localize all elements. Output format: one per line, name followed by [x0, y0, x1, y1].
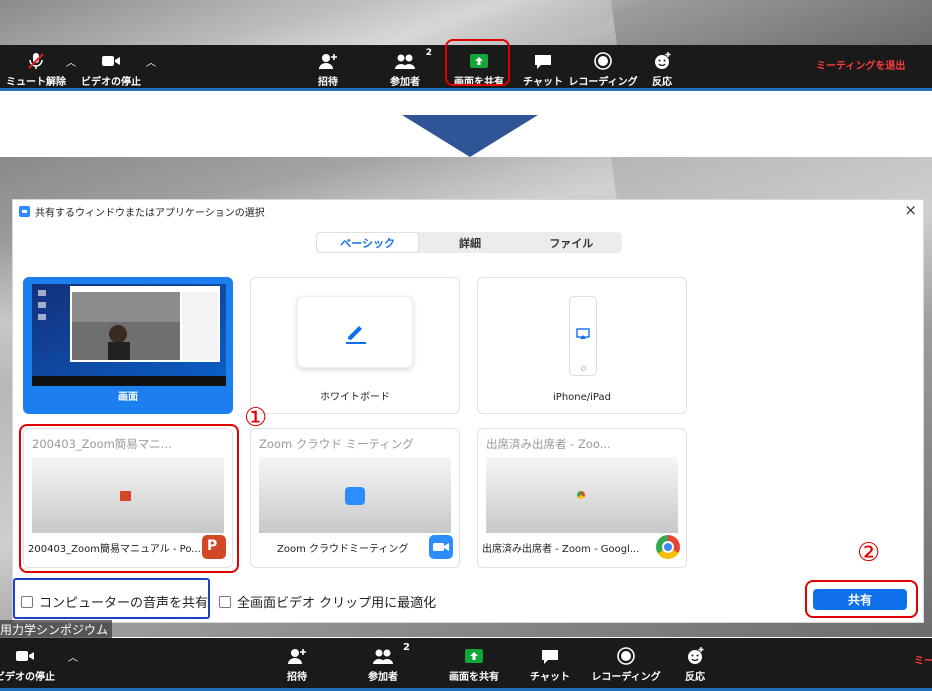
top-mute-button[interactable]: ミュート解除	[6, 51, 66, 88]
step-marker-1: ①	[244, 403, 268, 433]
zoom-window-card[interactable]: Zoom クラウド ミーティング Zoom クラウドミーティング	[250, 428, 460, 568]
checkbox-square-icon	[21, 595, 33, 608]
iphone-card-label: iPhone/iPad	[553, 392, 611, 403]
whiteboard-preview	[297, 296, 413, 368]
top-chat-button[interactable]: チャット	[523, 51, 563, 88]
bottom-share-label: 画面を共有	[449, 672, 499, 683]
tab-files[interactable]: ファイル	[521, 232, 622, 253]
chat-bubble-icon	[528, 646, 572, 666]
screen-thumbnail	[32, 284, 226, 386]
mic-muted-icon	[6, 51, 66, 71]
zoom-window-title: Zoom クラウド ミーティング	[259, 437, 414, 451]
top-chat-label: チャット	[523, 77, 563, 88]
whiteboard-card[interactable]: ホワイトボード	[250, 277, 460, 414]
down-arrow-icon	[402, 115, 538, 157]
checkbox-square-icon	[219, 595, 231, 608]
top-invite-label: 招待	[318, 77, 338, 88]
top-reactions-label: 反応	[652, 77, 672, 88]
chrome-small-icon	[577, 491, 585, 499]
bottom-video-caret-icon[interactable]: ︿	[68, 649, 78, 664]
tab-basic[interactable]: ベーシック	[316, 232, 420, 253]
screenshot: ミュート解除 ︿ ビデオの停止 ︿ 招待 2 参加者 画面を共有 チャット レコ…	[0, 0, 932, 691]
zoom-small-icon	[345, 487, 365, 505]
bottom-participants-label: 参加者	[368, 672, 398, 683]
participants-icon: 2	[380, 48, 432, 71]
top-share-highlight	[445, 39, 510, 86]
share-audio-label: コンピューターの音声を共有	[39, 596, 209, 611]
share-screen-icon	[440, 646, 508, 666]
whiteboard-card-label: ホワイトボード	[320, 392, 390, 403]
iphone-ipad-card[interactable]: iPhone/iPad	[477, 277, 687, 414]
powerpoint-card-highlight	[19, 424, 239, 573]
record-icon	[586, 646, 666, 666]
video-camera-icon	[80, 51, 142, 71]
top-invite-button[interactable]: 招待	[308, 51, 348, 88]
pencil-icon	[346, 326, 366, 344]
meeting-title-overlay: 用力学シンポジウム	[0, 620, 113, 638]
smiley-icon	[645, 51, 679, 71]
phone-icon	[569, 296, 597, 376]
tab-advanced[interactable]: 詳細	[419, 232, 520, 253]
chrome-window-thumbnail	[486, 457, 678, 533]
share-tabs: ベーシック 詳細 ファイル	[316, 232, 622, 253]
chrome-window-card[interactable]: 出席済み出席者 - Zoo... 出席済み出席者 - Zoom - Googl.…	[477, 428, 687, 568]
top-toolbar: ミュート解除 ︿ ビデオの停止 ︿ 招待 2 参加者 画面を共有 チャット レコ…	[0, 39, 932, 88]
add-person-icon	[277, 646, 317, 666]
screen-card-label: 画面	[118, 392, 138, 403]
bottom-leave-button[interactable]: ミー	[914, 652, 932, 667]
top-video-label: ビデオの停止	[81, 77, 141, 88]
top-video-caret-icon[interactable]: ︿	[146, 54, 156, 69]
top-participants-count: 2	[425, 48, 432, 58]
step-marker-2: ②	[857, 538, 881, 568]
top-mute-label: ミュート解除	[6, 77, 66, 88]
top-video-button[interactable]: ビデオの停止	[80, 51, 142, 88]
zoom-window-thumbnail	[259, 457, 451, 533]
share-button[interactable]: 共有	[813, 589, 907, 610]
bottom-reactions-button[interactable]: 反応	[678, 646, 712, 683]
zoom-window-label: Zoom クラウドミーティング	[277, 544, 409, 555]
bottom-reactions-label: 反応	[685, 672, 705, 683]
top-record-label: レコーディング	[568, 77, 638, 88]
screen-share-card[interactable]: 画面	[23, 277, 233, 414]
bottom-invite-label: 招待	[287, 672, 307, 683]
top-reactions-button[interactable]: 反応	[645, 51, 679, 88]
close-icon[interactable]: ×	[904, 201, 917, 219]
participants-icon: 2	[358, 642, 410, 666]
bottom-record-label: レコーディング	[591, 672, 661, 683]
dialog-title: 共有するウィンドウまたはアプリケーションの選択	[35, 208, 265, 219]
chrome-window-title: 出席済み出席者 - Zoo...	[486, 437, 611, 451]
bottom-chat-label: チャット	[530, 672, 570, 683]
bottom-video-button[interactable]: ビデオの停止	[0, 646, 58, 683]
top-mute-caret-icon[interactable]: ︿	[66, 54, 76, 69]
chat-bubble-icon	[523, 51, 563, 71]
video-camera-icon	[0, 646, 58, 666]
add-person-icon	[308, 51, 348, 71]
share-selection-dialog: 共有するウィンドウまたはアプリケーションの選択 × ベーシック 詳細 ファイル	[12, 199, 924, 623]
bottom-invite-button[interactable]: 招待	[277, 646, 317, 683]
record-icon	[566, 51, 640, 71]
top-record-button[interactable]: レコーディング	[566, 51, 640, 88]
optimize-video-checkbox[interactable]: 全画面ビデオ クリップ用に最適化	[219, 592, 436, 611]
bottom-record-button[interactable]: レコーディング	[586, 646, 666, 683]
top-participants-button[interactable]: 2 参加者	[380, 48, 432, 88]
chrome-window-label: 出席済み出席者 - Zoom - Googl...	[482, 544, 640, 555]
bottom-chat-button[interactable]: チャット	[528, 646, 572, 683]
zoom-app-icon	[429, 535, 453, 559]
dialog-title-bar: 共有するウィンドウまたはアプリケーションの選択	[19, 204, 265, 219]
bottom-toolbar: ビデオの停止 ︿ 招待 2 参加者 画面を共有 チャット レコーディング 反応 …	[0, 638, 932, 688]
airplay-icon	[576, 328, 590, 339]
smiley-icon	[678, 646, 712, 666]
bottom-participants-button[interactable]: 2 参加者	[358, 642, 410, 683]
zoom-logo-icon	[19, 206, 30, 217]
share-audio-checkbox[interactable]: コンピューターの音声を共有	[21, 592, 208, 611]
top-toolbar-border	[0, 88, 932, 91]
bottom-video-label: ビデオの停止	[0, 672, 55, 683]
chrome-icon	[656, 535, 680, 559]
optimize-video-label: 全画面ビデオ クリップ用に最適化	[237, 596, 437, 611]
bottom-participants-count: 2	[403, 642, 410, 653]
top-participants-label: 参加者	[390, 77, 420, 88]
bottom-share-screen-button[interactable]: 画面を共有	[440, 646, 508, 683]
top-leave-button[interactable]: ミーティングを退出	[816, 57, 932, 72]
